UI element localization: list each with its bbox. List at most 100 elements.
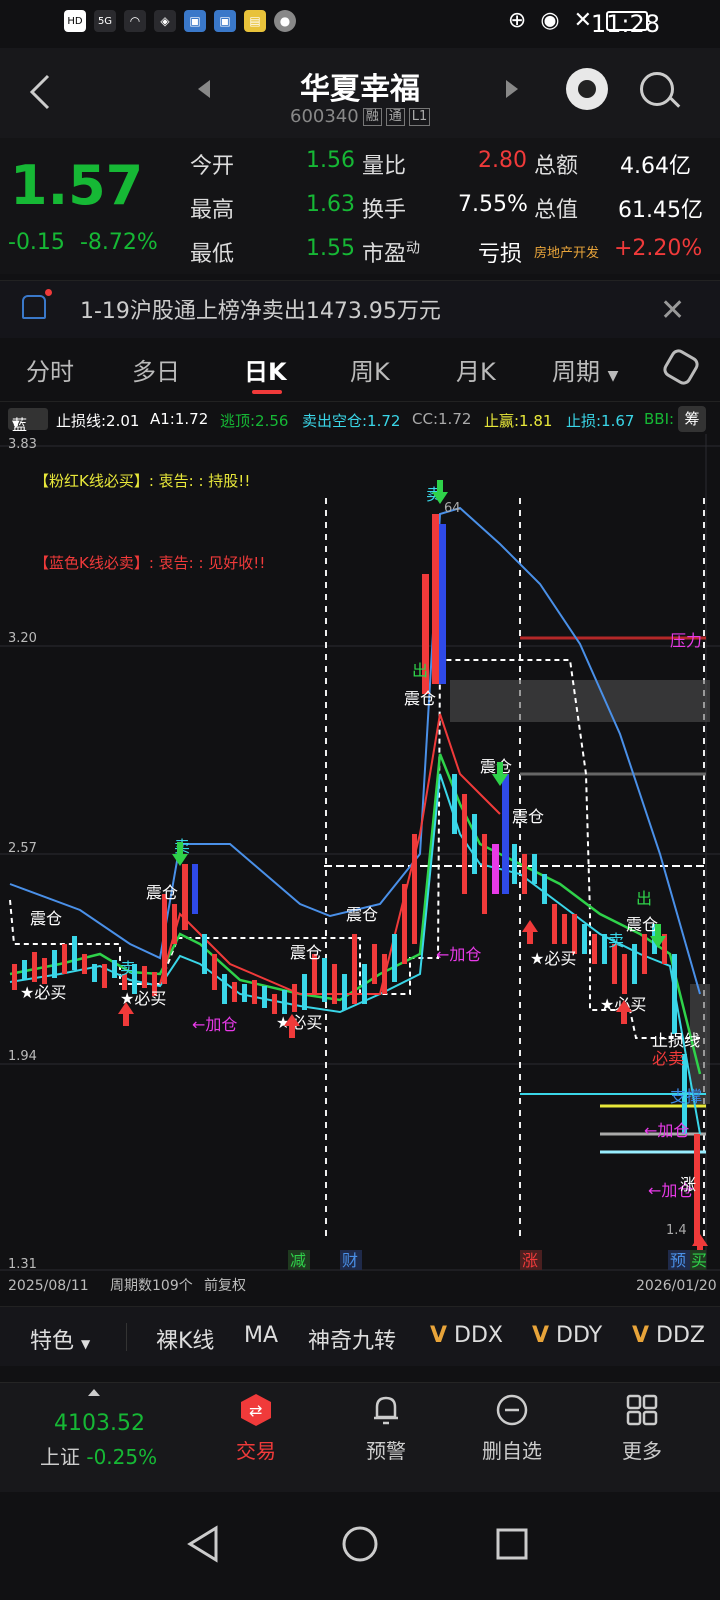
y-label-3: 2.57 bbox=[8, 841, 37, 856]
bottom-toolbar: 4103.52 上证 -0.25% ⇄ 交易 预警 删自选 更多 bbox=[0, 1382, 720, 1492]
chip-button[interactable]: 筹 bbox=[678, 406, 706, 432]
tag-level: L1 bbox=[408, 107, 431, 126]
low-value: 1.55 bbox=[306, 236, 355, 261]
search-icon[interactable] bbox=[640, 72, 674, 106]
event-markers: 减 财 涨 预 买 bbox=[288, 1250, 707, 1270]
sector-change[interactable]: +2.20% bbox=[614, 236, 702, 261]
tab-daily-k[interactable]: 日K bbox=[244, 352, 287, 387]
tab-weekly-k[interactable]: 周K bbox=[350, 352, 390, 387]
label-mustsell: 必卖 bbox=[652, 1049, 684, 1068]
label-shake-1: 震仓 bbox=[30, 909, 62, 928]
feature-ddz[interactable]: V DDZ bbox=[632, 1323, 705, 1348]
label-shake-5: 震仓 bbox=[480, 757, 512, 776]
market-value-label: 总值 bbox=[534, 198, 579, 223]
indicator-selector[interactable]: 蓝 ▼ bbox=[8, 408, 48, 434]
shield-icon: ◈ bbox=[154, 10, 176, 32]
label-sell-4: 卖 bbox=[608, 931, 624, 950]
feature-ddx[interactable]: V DDX bbox=[430, 1323, 503, 1348]
recents-square-icon[interactable] bbox=[494, 1526, 530, 1562]
x-axis-labels: 2025/08/11 周期数109个 前复权 2026/01/20 bbox=[8, 1277, 717, 1294]
tab-intraday[interactable]: 分时 bbox=[26, 352, 74, 387]
feature-ddx-label: DDX bbox=[454, 1323, 503, 1348]
label-value: 64 bbox=[444, 501, 461, 516]
wifi-icon: ◠ bbox=[124, 10, 146, 32]
minus-circle-icon bbox=[496, 1394, 528, 1426]
y-label-bottom: 1.31 bbox=[8, 1257, 37, 1272]
y-label-2: 3.20 bbox=[8, 631, 37, 646]
price-change: -0.15 -8.72% bbox=[8, 230, 158, 255]
last-price: 1.57 bbox=[10, 154, 144, 217]
tab-multi-day[interactable]: 多日 bbox=[132, 352, 180, 387]
ind-cc: CC:1.72 bbox=[412, 410, 472, 428]
nav-alert[interactable]: 预警 bbox=[336, 1393, 436, 1464]
signal-icon: 5G bbox=[94, 10, 116, 32]
nfc-icon: ⊕ bbox=[507, 8, 527, 33]
settings-hex-icon[interactable] bbox=[660, 346, 702, 388]
marker-reduce[interactable]: 减 bbox=[290, 1251, 306, 1270]
marker-finance[interactable]: 财 bbox=[342, 1251, 358, 1270]
expand-up-icon[interactable] bbox=[88, 1389, 100, 1396]
kline-chart[interactable]: 3.83 3.20 2.57 1.94 1.31 【粉红K线必买】: 衷告::… bbox=[0, 434, 720, 1300]
quote-panel: 1.57 -0.15 -8.72% 今开 1.56 最高 1.63 最低 1.5… bbox=[0, 138, 720, 274]
back-triangle-icon[interactable] bbox=[186, 1524, 222, 1564]
status-icons-left: HD 5G ◠ ◈ ▣ ▣ ▤ ● bbox=[64, 10, 296, 32]
amount-value: 4.64亿 bbox=[620, 154, 691, 179]
ind-escape-top: 逃顶:2.56 bbox=[220, 412, 289, 430]
ind-stoploss: 止损:1.67 bbox=[566, 412, 635, 430]
feature-ddy[interactable]: V DDY bbox=[532, 1323, 602, 1348]
label-shake-2: 震仓 bbox=[146, 883, 178, 902]
label-shake-3: 震仓 bbox=[346, 905, 378, 924]
candles bbox=[12, 514, 700, 1244]
nav-trade[interactable]: ⇄ 交易 bbox=[206, 1393, 306, 1464]
feature-dropdown-label: 特色 bbox=[30, 1329, 75, 1354]
mascot-icon[interactable] bbox=[566, 68, 608, 110]
marker-buy[interactable]: 买 bbox=[691, 1251, 707, 1270]
label-add-3: ←加仓 bbox=[192, 1015, 237, 1034]
marker-forecast[interactable]: 预 bbox=[670, 1251, 686, 1270]
close-icon[interactable]: ✕ bbox=[660, 293, 685, 328]
sector-label[interactable]: 房地产开发 bbox=[534, 242, 599, 261]
svg-text:⇄: ⇄ bbox=[249, 1401, 262, 1420]
next-stock-icon[interactable] bbox=[506, 80, 518, 98]
feature-naked-k[interactable]: 裸K线 bbox=[156, 1323, 214, 1355]
volume-ratio-value: 2.80 bbox=[478, 148, 527, 173]
vip-icon: V bbox=[430, 1323, 448, 1348]
label-shake-7: 震仓 bbox=[626, 915, 658, 934]
pe-value: 亏损 bbox=[478, 242, 523, 267]
bell-icon bbox=[22, 289, 52, 319]
home-circle-icon[interactable] bbox=[340, 1524, 380, 1564]
nav-more-label: 更多 bbox=[622, 1439, 662, 1463]
app-icon-1: ▣ bbox=[184, 10, 206, 32]
feature-dropdown[interactable]: 特色 ▼ bbox=[30, 1323, 90, 1355]
ind-bbi: BBI: bbox=[644, 410, 675, 428]
low-label: 最低 bbox=[190, 242, 235, 267]
label-rise: 涨 bbox=[680, 1175, 696, 1194]
news-notice[interactable]: 1-19沪股通上榜净卖出1473.95万元 ✕ bbox=[0, 280, 720, 338]
change-value: -0.15 bbox=[8, 230, 65, 255]
tag-connect: 通 bbox=[385, 107, 405, 126]
label-sell-3: 卖 bbox=[120, 959, 136, 978]
nav-more[interactable]: 更多 bbox=[592, 1393, 692, 1464]
tab-monthly-k[interactable]: 月K bbox=[456, 352, 496, 387]
notice-text[interactable]: 1-19沪股通上榜净卖出1473.95万元 bbox=[80, 293, 441, 325]
index-label[interactable]: 上证 -0.25% bbox=[40, 1441, 157, 1470]
index-value[interactable]: 4103.52 bbox=[54, 1411, 145, 1436]
open-value: 1.56 bbox=[306, 148, 355, 173]
chevron-down-icon: ▼ bbox=[81, 1337, 91, 1351]
period-count: 周期数109个 bbox=[110, 1278, 193, 1294]
feature-ma[interactable]: MA bbox=[244, 1323, 278, 1348]
mute-icon: ✕ bbox=[573, 8, 592, 33]
marker-rise[interactable]: 涨 bbox=[522, 1251, 538, 1270]
y-axis-labels: 3.83 3.20 2.57 1.94 1.31 bbox=[8, 437, 37, 1272]
feature-nine-turns[interactable]: 神奇九转 bbox=[308, 1323, 396, 1355]
label-add-1: ←加仓 bbox=[644, 1121, 689, 1140]
volume-ratio-label: 量比 bbox=[362, 154, 407, 179]
turnover-label: 换手 bbox=[362, 198, 407, 223]
tab-period[interactable]: 周期 ▼ bbox=[552, 352, 618, 387]
pink-k-note: 【粉红K线必买】: 衷告: : 持股!! bbox=[34, 472, 250, 490]
nav-alert-label: 预警 bbox=[366, 1439, 406, 1463]
vip-icon: V bbox=[532, 1323, 550, 1348]
nav-remove-watch-label: 删自选 bbox=[482, 1439, 542, 1463]
label-buy-4: ★必买 bbox=[276, 1013, 322, 1032]
nav-remove-watch[interactable]: 删自选 bbox=[462, 1393, 562, 1464]
